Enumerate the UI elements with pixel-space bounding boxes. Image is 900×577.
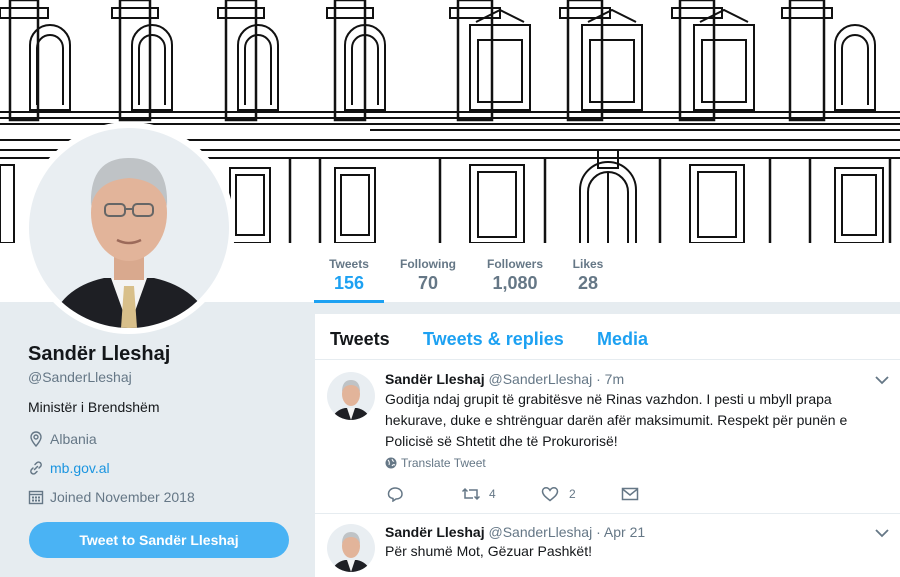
tweet-text: Goditja ndaj grupit të grabitësve në Rin…	[385, 391, 848, 449]
profile-bio: Ministër i Brendshëm	[28, 399, 160, 415]
like-action[interactable]: 2	[541, 486, 621, 502]
tweet-separator: ·	[596, 524, 601, 540]
tweet-item[interactable]: Sandër Lleshaj @SanderLleshaj · Apr 21 P…	[315, 514, 900, 577]
stat-value: 70	[417, 273, 439, 293]
tweet-author-handle[interactable]: @SanderLleshaj	[488, 371, 592, 387]
tweet-actions: 4 2	[387, 485, 639, 503]
timeline-tabs: Tweets Tweets & replies Media	[315, 314, 900, 360]
tweet-author-name[interactable]: Sandër Lleshaj	[385, 524, 485, 540]
website-link[interactable]: mb.gov.al	[50, 460, 110, 476]
tweet-separator: ·	[596, 371, 601, 387]
stat-value: 28	[577, 273, 599, 293]
tab-tweets-replies[interactable]: Tweets & replies	[423, 329, 564, 350]
reply-action[interactable]	[387, 486, 461, 502]
profile-joined: Joined November 2018	[28, 489, 298, 505]
profile-name[interactable]: Sandër Lleshaj	[28, 343, 298, 366]
like-count: 2	[569, 487, 576, 501]
tweet-time[interactable]: Apr 21	[604, 524, 645, 540]
stat-tweets[interactable]: Tweets 156	[314, 243, 384, 303]
like-icon	[541, 487, 559, 502]
profile-handle[interactable]: @SanderLleshaj	[28, 369, 298, 385]
tab-media[interactable]: Media	[597, 329, 648, 350]
profile-website: mb.gov.al	[28, 460, 298, 476]
stat-value: 156	[333, 273, 365, 293]
timeline: Tweets Tweets & replies Media Sandër Lle…	[315, 314, 900, 577]
stat-followers[interactable]: Followers 1,080	[484, 243, 546, 303]
tweet-author-name[interactable]: Sandër Lleshaj	[385, 371, 485, 387]
location-icon	[30, 431, 42, 447]
tweet-avatar[interactable]	[327, 372, 375, 420]
tweet-time[interactable]: 7m	[605, 371, 624, 387]
stat-value: 1,080	[492, 273, 538, 293]
chevron-down-icon[interactable]	[874, 527, 890, 539]
location-text: Albania	[50, 431, 97, 447]
translate-tweet[interactable]: Translate Tweet	[385, 456, 486, 470]
globe-icon	[385, 457, 397, 469]
tweet-to-button[interactable]: Tweet to Sandër Lleshaj	[29, 522, 289, 558]
stat-likes[interactable]: Likes 28	[568, 243, 608, 303]
stat-following[interactable]: Following 70	[395, 243, 461, 303]
profile-location: Albania	[28, 431, 298, 447]
retweet-count: 4	[489, 487, 496, 501]
tweet-author-handle[interactable]: @SanderLleshaj	[488, 524, 592, 540]
stat-label: Tweets	[329, 257, 369, 271]
stat-label: Following	[400, 257, 456, 271]
retweet-action[interactable]: 4	[461, 486, 541, 502]
message-icon	[621, 487, 639, 501]
translate-label: Translate Tweet	[401, 456, 486, 470]
stat-label: Followers	[486, 257, 543, 271]
retweet-icon	[461, 487, 481, 501]
link-icon	[30, 461, 42, 475]
tweet-header: Sandër Lleshaj @SanderLleshaj · 7m	[385, 371, 624, 387]
profile-avatar[interactable]	[23, 122, 235, 334]
calendar-icon	[28, 490, 44, 505]
joined-text: Joined November 2018	[50, 489, 195, 505]
tweet-item[interactable]: Sandër Lleshaj @SanderLleshaj · 7m Godit…	[315, 360, 900, 514]
tweet-avatar[interactable]	[327, 524, 375, 572]
stat-label: Likes	[572, 257, 604, 271]
chevron-down-icon[interactable]	[874, 374, 890, 386]
tab-tweets[interactable]: Tweets	[330, 329, 390, 350]
message-action[interactable]	[621, 487, 639, 501]
tweet-text: Për shumë Mot, Gëzuar Pashkët!	[385, 543, 592, 559]
reply-icon	[387, 487, 403, 502]
profile-card: Sandër Lleshaj @SanderLleshaj Ministër i…	[28, 343, 298, 505]
tweet-header: Sandër Lleshaj @SanderLleshaj · Apr 21	[385, 524, 645, 540]
